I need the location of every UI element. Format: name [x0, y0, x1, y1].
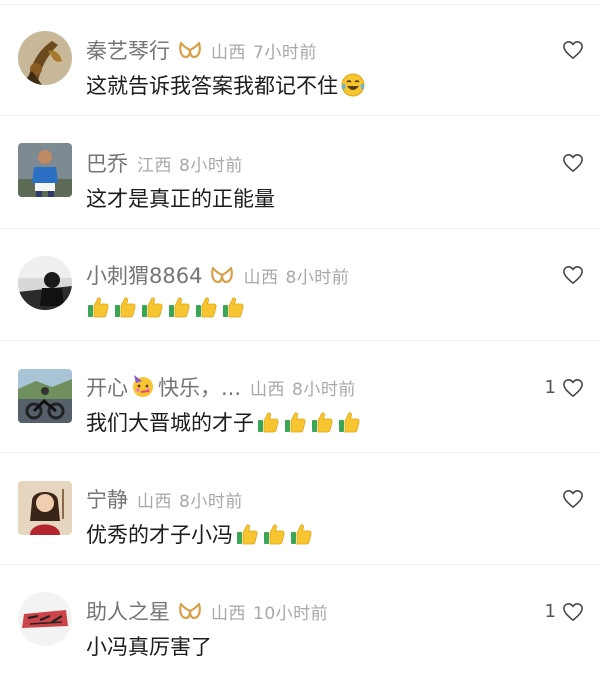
username[interactable]: 巴乔	[86, 148, 128, 178]
timestamp: 8小时前	[179, 491, 243, 512]
timestamp: 8小时前	[285, 267, 350, 288]
comment-text-row: 优秀的才子小冯	[86, 519, 316, 549]
comment-text-row: 小冯真厉害了	[86, 631, 212, 661]
thumbs-up-icon	[310, 410, 334, 434]
username[interactable]: 助人之星	[86, 596, 170, 626]
location: 山西	[211, 603, 246, 624]
thumbs-up-icon	[194, 295, 218, 319]
party-face-emoji-icon	[130, 373, 156, 399]
like-count: 1	[544, 377, 556, 398]
comment-text-row	[86, 295, 248, 319]
comment-text-row: 这就告诉我答案我都记不住	[86, 70, 366, 100]
username-part: 快乐，...	[158, 376, 242, 400]
thumbs-up-icon	[262, 522, 286, 546]
like-button[interactable]	[556, 153, 584, 173]
thumbs-up-icon	[337, 410, 361, 434]
username[interactable]: 秦艺琴行	[86, 35, 170, 65]
location: 山西	[137, 491, 172, 512]
comment-meta: 开心 快乐，... 山西 8小时前	[86, 372, 356, 402]
comment-text: 小冯真厉害了	[86, 635, 212, 659]
heart-outline-icon	[563, 41, 583, 59]
like-count: 1	[544, 601, 556, 622]
like-button[interactable]	[556, 265, 584, 285]
thumbs-up-icon	[256, 410, 280, 434]
timestamp: 7小时前	[253, 42, 317, 63]
comment-meta: 秦艺琴行 山西 7小时前	[86, 35, 317, 65]
avatar[interactable]	[18, 369, 72, 423]
location: 山西	[211, 42, 246, 63]
heart-outline-icon	[563, 154, 583, 172]
thumbs-up-icon	[113, 295, 137, 319]
avatar[interactable]	[18, 256, 72, 310]
avatar[interactable]	[18, 592, 72, 646]
like-button[interactable]	[556, 489, 584, 509]
avatar[interactable]	[18, 31, 72, 85]
thumbs-up-icon	[289, 522, 313, 546]
heart-outline-icon	[563, 378, 583, 397]
username[interactable]: 开心 快乐，...	[86, 372, 241, 402]
comment-item: 助人之星 山西 10小时前 小冯真厉害了 1	[0, 565, 600, 677]
location: 山西	[250, 379, 286, 400]
timestamp: 8小时前	[179, 155, 243, 176]
comment-text: 这就告诉我答案我都记不住	[86, 74, 338, 98]
comment-meta: 助人之星 山西 10小时前	[86, 596, 328, 626]
username-part: 开心	[86, 376, 128, 400]
comment-list: 秦艺琴行 山西 7小时前 这就告诉我答案我都记不住 巴乔 江西 8小时前 这才是…	[0, 0, 600, 677]
comment-meta: 宁静 山西 8小时前	[86, 484, 243, 514]
username[interactable]: 宁静	[86, 484, 128, 514]
comment-item: 小刺猬8864 山西 8小时前	[0, 229, 600, 341]
comment-item: 秦艺琴行 山西 7小时前 这就告诉我答案我都记不住	[0, 4, 600, 116]
thumbs-up-icon	[221, 295, 245, 319]
creator-badge-icon	[178, 602, 202, 620]
thumbs-up-icon	[283, 410, 307, 434]
thumbs-up-icon	[140, 295, 164, 319]
thumbs-up-icon	[86, 295, 110, 319]
laughing-crying-emoji-icon	[340, 72, 366, 98]
comment-text: 这才是真正的正能量	[86, 187, 275, 211]
username[interactable]: 小刺猬8864	[86, 260, 202, 290]
comment-item: 开心 快乐，... 山西 8小时前 我们大晋城的才子 1	[0, 341, 600, 453]
comment-text-row: 这才是真正的正能量	[86, 183, 275, 213]
comment-text-row: 我们大晋城的才子	[86, 407, 364, 437]
thumbs-up-icon	[235, 522, 259, 546]
timestamp: 8小时前	[292, 379, 356, 400]
avatar[interactable]	[18, 143, 72, 197]
timestamp: 10小时前	[253, 603, 329, 624]
comment-text: 优秀的才子小冯	[86, 523, 233, 547]
comment-meta: 巴乔 江西 8小时前	[86, 148, 243, 178]
heart-outline-icon	[563, 266, 583, 284]
heart-outline-icon	[563, 490, 583, 508]
thumbs-up-icon	[167, 295, 191, 319]
creator-badge-icon	[178, 41, 202, 59]
comment-text: 我们大晋城的才子	[86, 411, 254, 435]
heart-outline-icon	[563, 602, 583, 621]
location: 江西	[137, 155, 172, 176]
creator-badge-icon	[210, 266, 234, 284]
comment-meta: 小刺猬8864 山西 8小时前	[86, 260, 349, 290]
comment-item: 巴乔 江西 8小时前 这才是真正的正能量	[0, 117, 600, 229]
comment-item: 宁静 山西 8小时前 优秀的才子小冯	[0, 453, 600, 565]
avatar[interactable]	[18, 481, 72, 535]
like-button[interactable]: 1	[545, 377, 584, 398]
like-button[interactable]	[556, 40, 584, 60]
location: 山西	[243, 267, 279, 288]
like-button[interactable]: 1	[545, 601, 584, 622]
